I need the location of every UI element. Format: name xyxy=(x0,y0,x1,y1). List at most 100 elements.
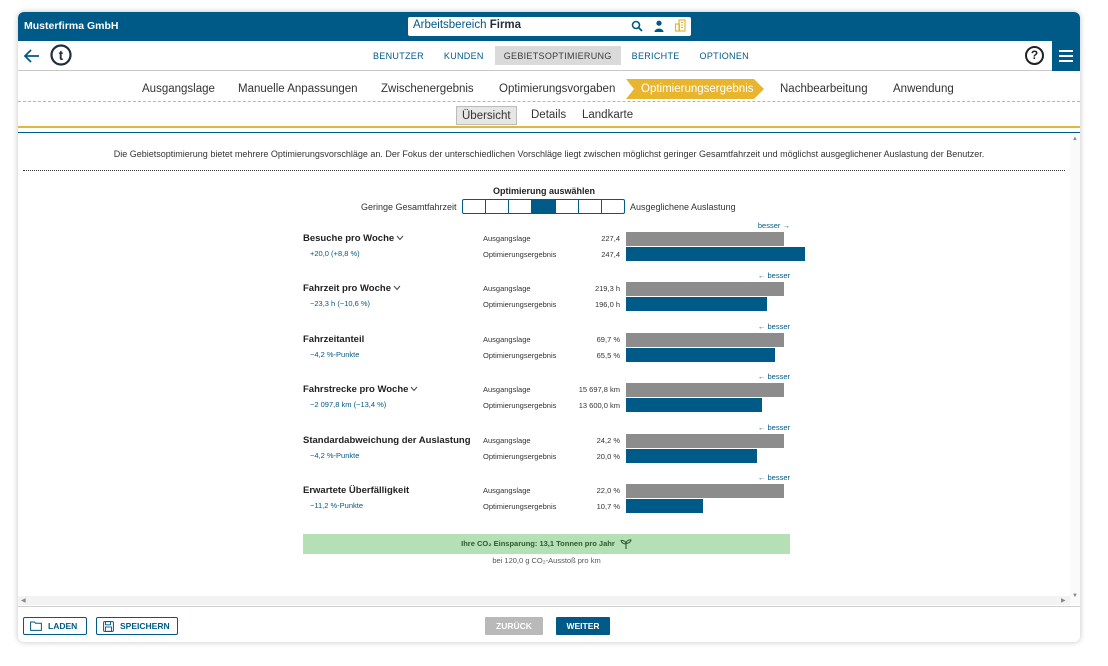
baseline-row-label: Ausgangslage xyxy=(483,385,531,395)
save-label: SPEICHERN xyxy=(120,621,170,631)
step-optimierungsvorgaben[interactable]: Optimierungsvorgaben xyxy=(499,83,615,95)
metric-name-label: Fahrzeit pro Woche xyxy=(303,283,391,295)
result-bar xyxy=(626,247,805,261)
baseline-row-label: Ausgangslage xyxy=(483,486,531,495)
baseline-bar xyxy=(626,383,784,398)
user-icon[interactable] xyxy=(652,19,665,32)
chevron-down-icon[interactable] xyxy=(393,283,401,294)
slider-segment[interactable] xyxy=(556,200,579,213)
tab-landkarte[interactable]: Landkarte xyxy=(577,106,638,125)
slider-segment[interactable] xyxy=(532,200,556,213)
metric-name: Standardabweichung der Auslastung xyxy=(303,435,471,446)
back-button[interactable]: ZURÜCK xyxy=(485,617,543,635)
metric-name: Erwartete Überfälligkeit xyxy=(303,485,409,496)
slider-left-label: Geringe Gesamtfahrzeit xyxy=(361,202,457,212)
tab-uebersicht[interactable]: Übersicht xyxy=(456,106,517,125)
nav-item-optionen[interactable]: OPTIONEN xyxy=(691,46,758,65)
step-zwischenergebnis[interactable]: Zwischenergebnis xyxy=(381,83,474,95)
slider-segment[interactable] xyxy=(486,200,510,213)
nav-item-gebietsoptimierung[interactable]: GEBIETSOPTIMIERUNG xyxy=(494,46,621,65)
step-optimierungsergebnis[interactable]: Optimierungsergebnis xyxy=(626,79,764,99)
nav-item-berichte[interactable]: BERICHTE xyxy=(623,46,689,65)
chevron-down-icon[interactable] xyxy=(396,233,404,244)
hamburger-menu-icon[interactable] xyxy=(1052,41,1080,71)
help-button[interactable]: ? xyxy=(1025,46,1044,65)
metric-delta: +20,0 (+8,8 %) xyxy=(310,249,360,258)
slider-segment[interactable] xyxy=(579,200,602,213)
sprout-icon xyxy=(620,538,632,549)
footer-bar: LADEN SPEICHERN ZURÜCK WEITER xyxy=(18,606,1080,642)
metric-name[interactable]: Fahrstrecke pro Woche xyxy=(303,384,418,395)
result-bar xyxy=(626,347,775,362)
slider-segment[interactable] xyxy=(602,200,624,213)
metric-name-label: Fahrzeitanteil xyxy=(303,333,365,345)
svg-text:t: t xyxy=(59,47,64,63)
content-divider xyxy=(18,132,1080,133)
save-button[interactable]: SPEICHERN xyxy=(96,617,178,635)
main-navigation: t BENUTZER KUNDEN GEBIETSOPTIMIERUNG BER… xyxy=(18,41,1080,71)
metric-name-label: Erwartete Überfälligkeit xyxy=(303,485,410,496)
baseline-bar xyxy=(626,433,784,448)
metric-delta: −2 097,8 km (−13,4 %) xyxy=(310,400,387,410)
result-value: 65,5 % xyxy=(596,350,620,360)
result-row-label: Optimierungsergebnis xyxy=(483,502,557,511)
result-value: 196,0 h xyxy=(594,300,620,310)
optimization-slider[interactable] xyxy=(462,199,625,214)
scroll-up-icon[interactable]: ▲ xyxy=(1072,136,1078,142)
metric-name-label: Fahrstrecke pro Woche xyxy=(303,384,409,396)
step-manuelle-anpassungen[interactable]: Manuelle Anpassungen xyxy=(238,83,358,95)
buildings-icon[interactable] xyxy=(674,19,687,32)
metric-delta: −11,2 %-Punkte xyxy=(310,501,364,510)
metric-name[interactable]: Besuche pro Woche xyxy=(303,233,404,244)
horizontal-scrollbar[interactable]: ◀ ▶ xyxy=(18,596,1070,605)
baseline-bar xyxy=(626,282,784,297)
workflow-steps: Ausgangslage Manuelle Anpassungen Zwisch… xyxy=(18,78,1080,102)
scroll-right-icon[interactable]: ▶ xyxy=(1061,597,1066,604)
result-row-label: Optimierungsergebnis xyxy=(483,401,557,411)
result-row-label: Optimierungsergebnis xyxy=(483,250,557,259)
search-icon[interactable] xyxy=(630,19,643,32)
baseline-row-label: Ausgangslage xyxy=(483,284,531,294)
better-direction-label: besser → xyxy=(757,221,790,230)
step-active-label: Optimierungsergebnis xyxy=(641,83,754,95)
scroll-left-icon[interactable]: ◀ xyxy=(21,597,26,604)
baseline-value: 15 697,8 km xyxy=(578,385,620,395)
workspace-name: Firma xyxy=(489,19,522,31)
scroll-down-icon[interactable]: ▼ xyxy=(1072,593,1078,599)
baseline-bar xyxy=(626,484,784,498)
metric-delta: −4,2 %-Punkte xyxy=(310,349,360,359)
result-bar xyxy=(626,398,762,413)
baseline-value: 227,4 xyxy=(601,234,620,243)
nav-item-benutzer[interactable]: BENUTZER xyxy=(364,46,433,65)
baseline-row-label: Ausgangslage xyxy=(483,334,531,344)
step-anwendung[interactable]: Anwendung xyxy=(893,83,954,95)
metric-name-label: Standardabweichung der Auslastung xyxy=(303,434,471,446)
step-nachbearbeitung[interactable]: Nachbearbeitung xyxy=(780,83,868,95)
baseline-value: 22,0 % xyxy=(596,486,620,495)
nav-item-kunden[interactable]: KUNDEN xyxy=(435,46,493,65)
tab-details[interactable]: Details xyxy=(526,106,571,125)
co2-savings-text: Ihre CO₂ Einsparung: 13,1 Tonnen pro Jah… xyxy=(461,539,615,548)
nav-menu: BENUTZER KUNDEN GEBIETSOPTIMIERUNG BERIC… xyxy=(364,46,758,65)
slider-segment[interactable] xyxy=(463,200,487,213)
company-name: Musterfirma GmbH xyxy=(24,20,119,32)
next-button[interactable]: WEITER xyxy=(556,617,610,635)
result-row-label: Optimierungsergebnis xyxy=(483,350,557,360)
step-ausgangslage[interactable]: Ausgangslage xyxy=(142,83,215,95)
baseline-row-label: Ausgangslage xyxy=(483,435,531,445)
metric-name-label: Besuche pro Woche xyxy=(303,233,395,244)
baseline-value: 219,3 h xyxy=(594,284,620,294)
load-button[interactable]: LADEN xyxy=(23,617,87,635)
metric-name: Fahrzeitanteil xyxy=(303,334,364,345)
slider-segment[interactable] xyxy=(509,200,533,213)
top-bar: Musterfirma GmbH Arbeitsbereich Firma xyxy=(18,12,1080,41)
back-arrow-icon[interactable] xyxy=(22,46,42,66)
vertical-scrollbar[interactable]: ▲ ▼ xyxy=(1070,133,1080,605)
baseline-row-label: Ausgangslage xyxy=(483,234,531,243)
result-value: 13 600,0 km xyxy=(578,401,620,411)
folder-icon xyxy=(30,621,42,631)
baseline-value: 24,2 % xyxy=(596,435,620,445)
workspace-selector[interactable]: Arbeitsbereich Firma xyxy=(408,17,691,36)
chevron-down-icon[interactable] xyxy=(410,384,418,395)
metric-name[interactable]: Fahrzeit pro Woche xyxy=(303,283,401,294)
